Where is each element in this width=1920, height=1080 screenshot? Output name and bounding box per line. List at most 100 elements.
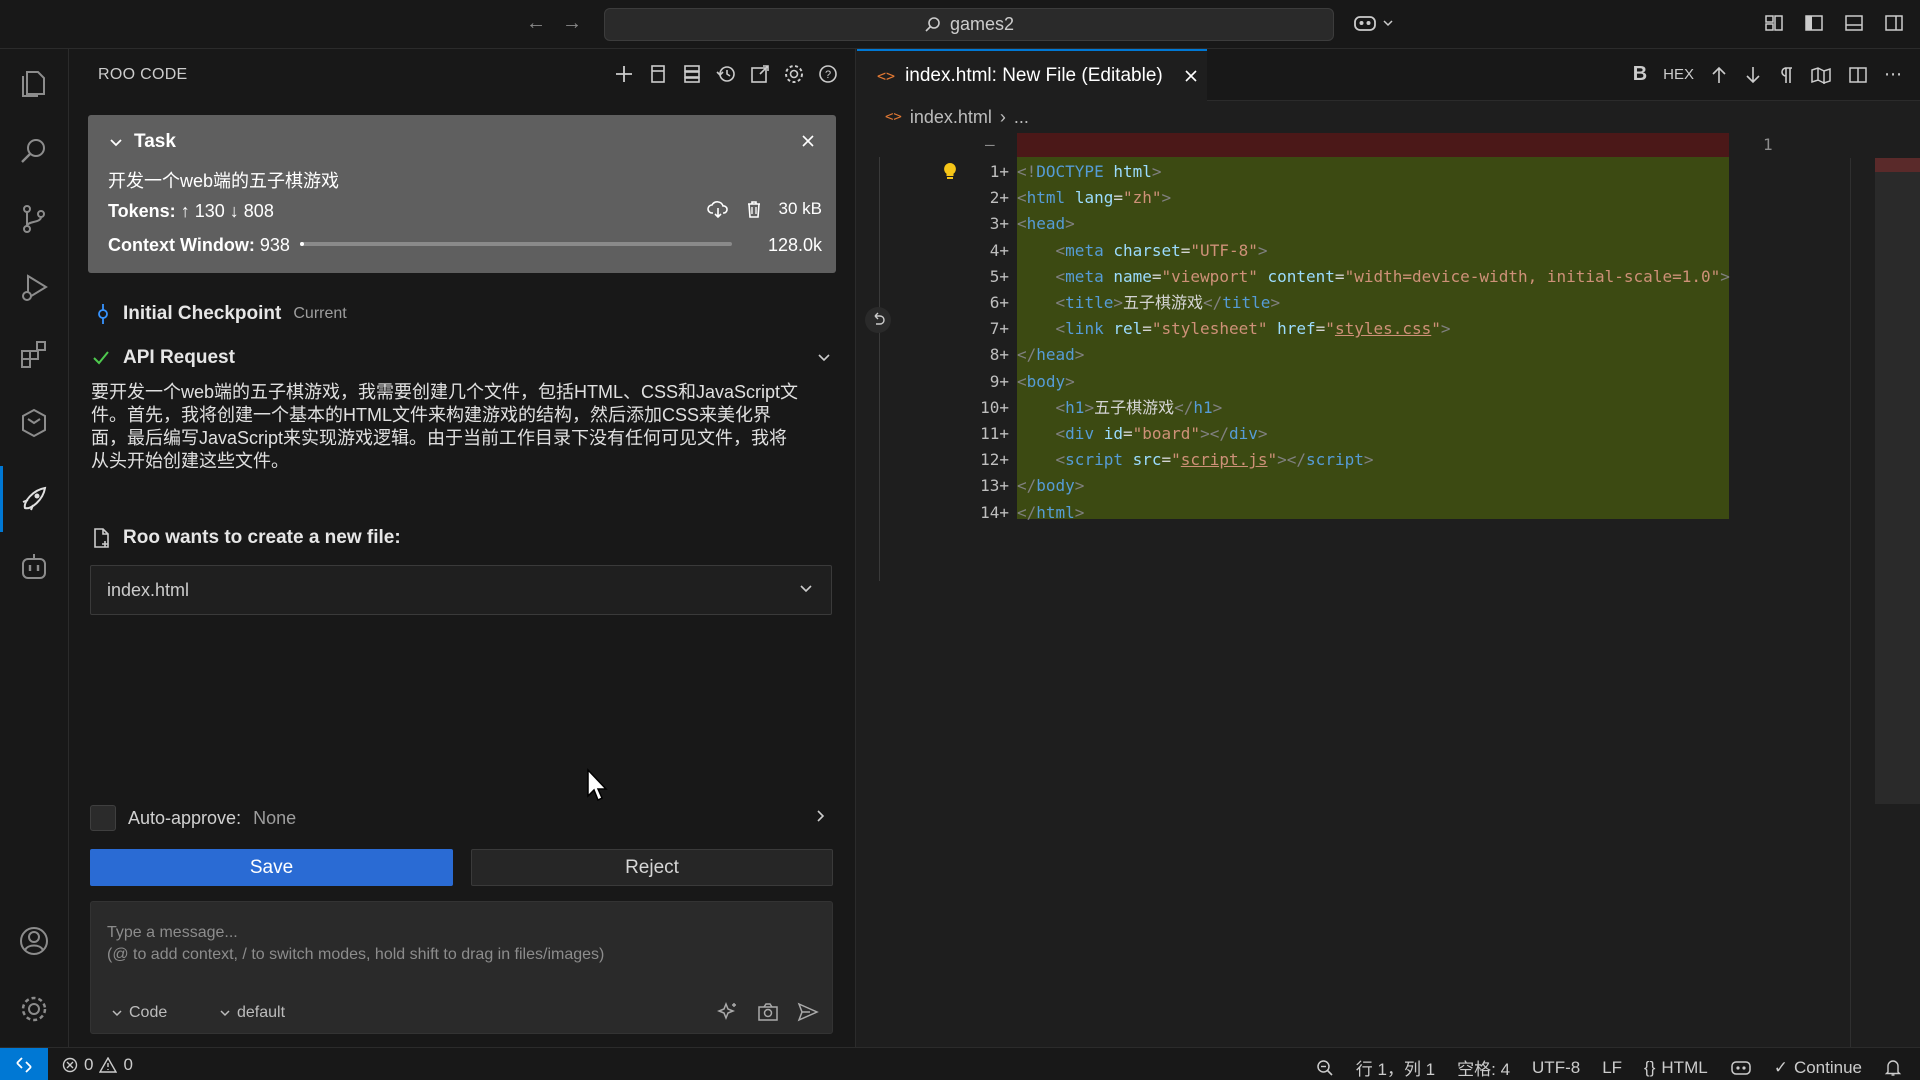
continue-status[interactable]: ✓ Continue [1774,1058,1862,1078]
removed-line [1017,133,1729,157]
message-composer[interactable]: Type a message... (@ to add context, / t… [90,901,833,1034]
reject-button[interactable]: Reject [471,849,833,886]
chevron-down-icon [110,139,122,147]
braces-icon: {} [1644,1057,1656,1077]
arrow-down-icon: ↓ [229,201,239,221]
chevron-down-icon[interactable] [816,349,832,365]
code-line[interactable]: <h1>五子棋游戏</h1> [1017,395,1729,421]
new-task-plus-icon[interactable] [613,63,635,85]
api-request-row[interactable]: API Request [91,347,836,369]
code-line[interactable]: <title>五子棋游戏</title> [1017,290,1729,316]
search-icon[interactable] [14,131,54,171]
new-file-dropdown[interactable]: index.html [90,565,832,615]
toggle-panel-icon[interactable] [1844,13,1864,33]
source-control-icon[interactable] [14,199,54,239]
breadcrumb-file[interactable]: index.html [910,107,992,128]
code-line[interactable]: <!DOCTYPE html> [1017,159,1729,185]
more-actions-icon[interactable]: ⋯ [1884,64,1902,85]
cloud-download-icon[interactable] [706,199,729,219]
line-number: 5+ [989,266,1009,286]
close-icon[interactable] [798,131,818,151]
split-editor-icon[interactable] [1848,65,1868,85]
breadcrumb-symbols[interactable]: ... [1014,107,1029,128]
code-line[interactable]: <meta charset="UTF-8"> [1017,238,1729,264]
command-center-search[interactable]: games2 [604,8,1334,41]
help-icon[interactable]: ? [817,63,839,85]
diff-editor[interactable]: 1 — 1+ <!DOCTYPE html> 2+ <html lang="zh"> 3… [857,133,1920,1058]
open-in-editor-icon[interactable] [749,63,771,85]
extensions-icon[interactable] [14,335,54,375]
problems-indicator[interactable]: 0 0 [62,1055,133,1075]
mode-label: Code [129,1004,168,1021]
back-arrow-icon[interactable]: ← [526,12,546,35]
end-of-line[interactable]: LF [1602,1058,1622,1078]
code-line[interactable]: </head> [1017,342,1729,368]
enhance-prompt-sparkle-icon[interactable] [716,1000,740,1024]
robot-icon[interactable] [14,547,54,587]
forward-arrow-icon[interactable]: → [562,12,582,35]
auto-approve-row[interactable]: Auto-approve: None [90,804,832,832]
bell-icon[interactable] [1884,1059,1902,1077]
toggle-primary-sidebar-icon[interactable] [1804,13,1824,33]
pilcrow-icon[interactable] [1778,65,1794,85]
prompts-icon[interactable] [647,63,669,85]
initial-checkpoint[interactable]: Initial Checkpoint Current [95,303,347,325]
run-debug-icon[interactable] [14,267,54,307]
roo-code-panel: ROO CODE ? Task 开发一个web端的五子棋游戏 Tokens: ↑… [69,49,856,1047]
chevron-right-icon[interactable] [812,808,828,824]
hex-button[interactable]: HEX [1663,66,1694,83]
auto-approve-checkbox[interactable] [90,805,116,831]
code-line[interactable]: <link rel="stylesheet" href="styles.css"… [1017,316,1729,342]
history-icon[interactable] [715,63,737,85]
arrow-down-icon[interactable] [1744,65,1762,85]
cursor-position[interactable]: 行 1，列 1 [1356,1055,1435,1080]
manage-gear-icon[interactable] [14,989,54,1029]
code-line[interactable]: <meta name="viewport" content="width=dev… [1017,264,1730,290]
code-line[interactable]: <div id="board"></div> [1017,421,1729,447]
code-line[interactable]: </body> [1017,473,1729,499]
search-icon [925,16,940,32]
settings-gear-icon[interactable] [783,63,805,85]
language-mode[interactable]: {} HTML [1644,1058,1708,1078]
revert-block-icon[interactable] [865,307,891,333]
tab-index-html[interactable]: <> index.html: New File (Editable) [857,49,1207,101]
roo-code-icon[interactable] [14,479,54,519]
arrow-up-icon: ↑ [180,201,190,221]
code-line[interactable]: <head> [1017,211,1729,237]
trash-icon[interactable] [745,199,763,219]
camera-icon[interactable] [756,1000,780,1024]
remote-explorer-icon[interactable] [14,403,54,443]
open-preview-map-icon[interactable] [1810,65,1832,85]
line-number: 4+ [989,240,1009,260]
token-usage: Tokens: ↑ 130 ↓ 808 [108,201,274,222]
code-line[interactable]: <body> [1017,369,1729,395]
tokens-out: 808 [243,201,274,221]
indentation[interactable]: 空格: 4 [1457,1055,1510,1080]
code-line[interactable]: <script src="script.js"></script> [1017,447,1729,473]
zoom-icon[interactable] [1316,1059,1334,1077]
mcp-servers-icon[interactable] [681,63,703,85]
minimap[interactable] [1875,158,1920,804]
toggle-secondary-sidebar-icon[interactable] [1884,13,1904,33]
api-profile-selector[interactable]: default [219,1004,285,1022]
code-line[interactable]: </html> [1017,500,1729,526]
send-icon[interactable] [796,1000,820,1024]
line-number: 10+ [980,397,1009,417]
task-header[interactable]: Task [108,131,176,153]
bold-button[interactable]: B [1633,63,1647,86]
lightbulb-icon[interactable] [941,161,959,186]
close-icon[interactable] [1183,68,1199,84]
accounts-icon[interactable] [14,921,54,961]
remote-indicator-icon[interactable] [0,1048,48,1080]
language-label: HTML [1661,1057,1708,1077]
encoding[interactable]: UTF-8 [1532,1058,1580,1078]
arrow-up-icon[interactable] [1710,65,1728,85]
html-file-icon: <> [877,67,896,85]
copilot-status-icon[interactable] [1730,1059,1752,1077]
code-line[interactable]: <html lang="zh"> [1017,185,1729,211]
mode-selector[interactable]: Code [111,1004,167,1022]
customize-layout-icon[interactable] [1764,13,1784,33]
copilot-menu[interactable] [1352,12,1394,34]
save-button[interactable]: Save [90,849,453,886]
explorer-icon[interactable] [14,63,54,103]
